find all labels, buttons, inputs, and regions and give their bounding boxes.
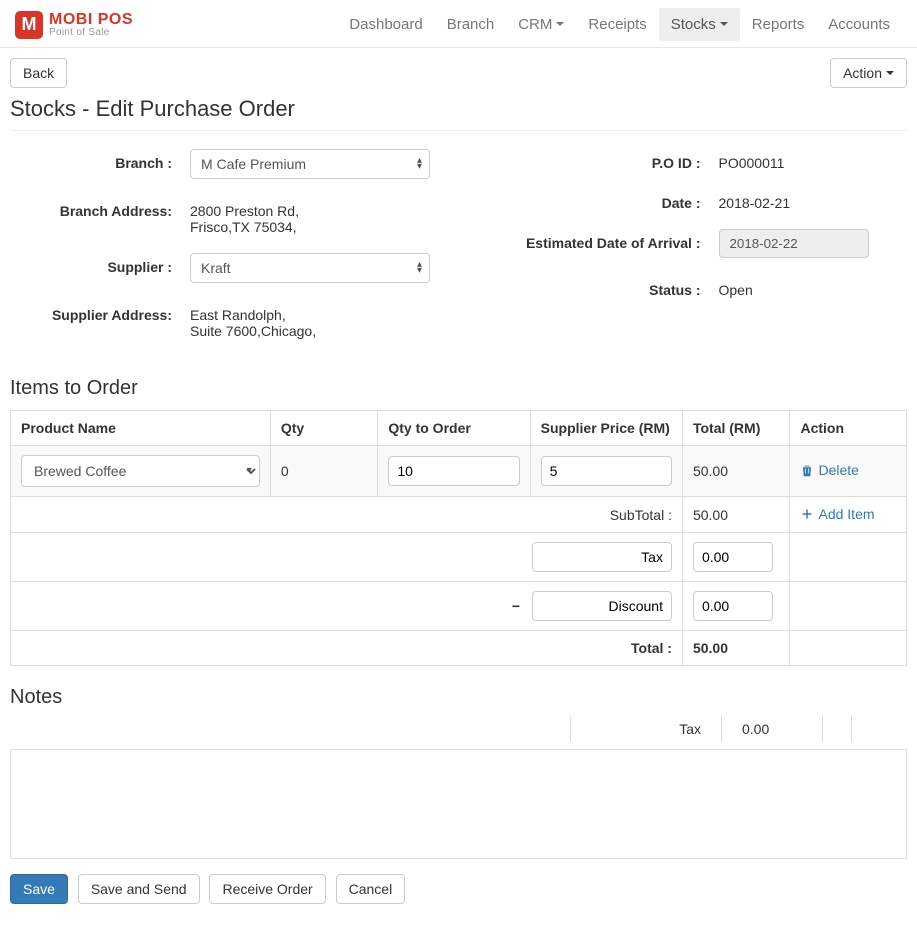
cell-row-total: 50.00 [682, 446, 790, 497]
th-qty: Qty [270, 411, 378, 446]
label-supplier-address: Supplier Address: [10, 301, 190, 323]
value-branch-address: 2800 Preston Rd, Frisco,TX 75034, [190, 197, 459, 235]
main-container: Back Action Stocks - Edit Purchase Order… [0, 48, 917, 924]
label-branch: Branch : [10, 149, 190, 171]
discount-value-input[interactable] [693, 591, 773, 621]
total-row: Total : 50.00 [11, 631, 907, 666]
qty-order-input[interactable] [388, 456, 519, 486]
delete-label: Delete [818, 462, 858, 478]
notes-section-title: Notes [10, 686, 907, 709]
divider [10, 130, 907, 131]
delete-row-link[interactable]: Delete [800, 462, 858, 478]
product-select-wrap: Brewed Coffee ▾ [21, 455, 260, 487]
table-header-row: Product Name Qty Qty to Order Supplier P… [11, 411, 907, 446]
po-details: Branch : M Cafe Premium ▴▾ Branch Addres… [10, 149, 907, 357]
brand-text: MOBI POS Point of Sale [49, 12, 133, 38]
brand-logo: M [15, 11, 43, 39]
nav-dashboard[interactable]: Dashboard [337, 8, 434, 41]
supplier-select[interactable]: Kraft [190, 253, 430, 283]
details-right: P.O ID : PO000011 Date : 2018-02-21 Esti… [459, 149, 908, 357]
product-select[interactable]: Brewed Coffee [21, 455, 260, 487]
branch-select[interactable]: M Cafe Premium [190, 149, 430, 179]
add-item-link[interactable]: Add Item [800, 506, 874, 522]
nav-accounts[interactable]: Accounts [816, 8, 902, 41]
value-status: Open [719, 276, 908, 298]
top-actions: Back Action [10, 58, 907, 88]
items-table: Product Name Qty Qty to Order Supplier P… [10, 410, 907, 666]
nav-crm[interactable]: CRM [506, 8, 576, 41]
label-eta: Estimated Date of Arrival : [459, 229, 719, 251]
notes-wrap: Notes Tax 0.00 [10, 686, 907, 862]
add-item-label: Add Item [818, 506, 874, 522]
th-qty-order: Qty to Order [378, 411, 530, 446]
action-dropdown[interactable]: Action [830, 58, 907, 88]
nav-stocks[interactable]: Stocks [659, 8, 740, 41]
brand-sub: Point of Sale [49, 28, 133, 38]
branch-select-wrap: M Cafe Premium ▴▾ [190, 149, 430, 179]
tax-label-input[interactable] [532, 542, 672, 572]
branch-address-line1: 2800 Preston Rd, [190, 203, 459, 219]
label-branch-address: Branch Address: [10, 197, 190, 219]
label-status: Status : [459, 276, 719, 298]
brand[interactable]: M MOBI POS Point of Sale [15, 11, 133, 39]
cell-qty: 0 [270, 446, 378, 497]
discount-row: − [11, 582, 907, 631]
discount-label-input[interactable] [532, 591, 672, 621]
plus-icon [800, 508, 814, 520]
back-button[interactable]: Back [10, 58, 67, 88]
supplier-price-input[interactable] [541, 456, 672, 486]
items-section-title: Items to Order [10, 377, 907, 400]
save-button[interactable]: Save [10, 874, 68, 904]
navbar: M MOBI POS Point of Sale Dashboard Branc… [0, 0, 917, 48]
label-po-id: P.O ID : [459, 149, 719, 171]
th-supplier-price: Supplier Price (RM) [530, 411, 682, 446]
th-action: Action [790, 411, 907, 446]
total-value: 50.00 [682, 631, 790, 666]
supplier-select-wrap: Kraft ▴▾ [190, 253, 430, 283]
label-supplier: Supplier : [10, 253, 190, 275]
th-product: Product Name [11, 411, 271, 446]
brand-main: MOBI POS [49, 12, 133, 28]
footer-buttons: Save Save and Send Receive Order Cancel [10, 874, 907, 904]
value-po-id: PO000011 [719, 149, 908, 171]
value-supplier-address: East Randolph, Suite 7600,Chicago, [190, 301, 459, 339]
subtotal-value: 50.00 [682, 497, 790, 533]
supplier-address-line2: Suite 7600,Chicago, [190, 323, 459, 339]
receive-order-button[interactable]: Receive Order [209, 874, 325, 904]
page-title: Stocks - Edit Purchase Order [10, 96, 907, 122]
total-label: Total : [11, 631, 683, 666]
notes-textarea[interactable] [10, 749, 907, 859]
supplier-address-line1: East Randolph, [190, 307, 459, 323]
nav-receipts[interactable]: Receipts [576, 8, 658, 41]
save-send-button[interactable]: Save and Send [78, 874, 200, 904]
label-date: Date : [459, 189, 719, 211]
th-total: Total (RM) [682, 411, 790, 446]
nav-reports[interactable]: Reports [740, 8, 817, 41]
eta-input[interactable] [719, 229, 869, 258]
subtotal-label: SubTotal : [11, 497, 683, 533]
trash-icon [800, 464, 814, 477]
tax-value-input[interactable] [693, 542, 773, 572]
branch-address-line2: Frisco,TX 75034, [190, 219, 459, 235]
value-date: 2018-02-21 [719, 189, 908, 211]
minus-icon: − [512, 598, 520, 614]
cancel-button[interactable]: Cancel [336, 874, 406, 904]
tax-row [11, 533, 907, 582]
nav-branch[interactable]: Branch [435, 8, 507, 41]
details-left: Branch : M Cafe Premium ▴▾ Branch Addres… [10, 149, 459, 357]
nav: Dashboard Branch CRM Receipts Stocks Rep… [337, 8, 902, 41]
table-row: Brewed Coffee ▾ 0 50.00 Delete [11, 446, 907, 497]
subtotal-row: SubTotal : 50.00 Add Item [11, 497, 907, 533]
